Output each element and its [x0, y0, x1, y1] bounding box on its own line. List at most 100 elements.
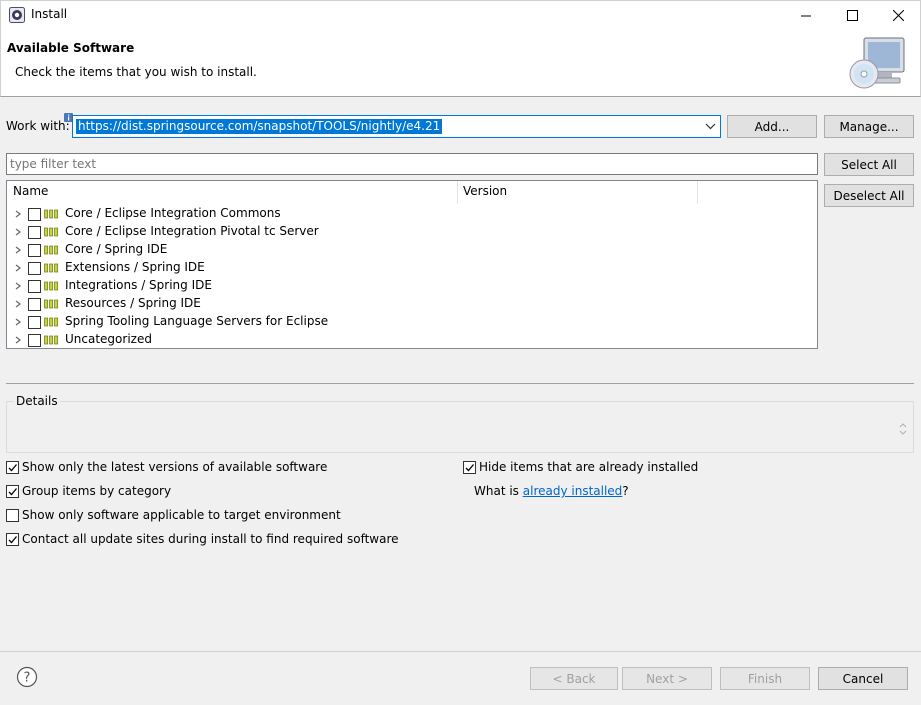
target-environment-checkbox[interactable] — [6, 508, 19, 522]
chevron-right-icon[interactable] — [13, 334, 23, 346]
window-title: Install — [31, 7, 68, 21]
close-icon — [892, 10, 904, 21]
tree-row-checkbox[interactable] — [28, 262, 41, 275]
tree-row-checkbox[interactable] — [28, 280, 41, 293]
install-monitor-cd-icon — [849, 37, 905, 89]
add-button[interactable]: Add... — [727, 115, 817, 138]
checkmark-icon — [8, 487, 17, 495]
filter-input[interactable] — [6, 153, 818, 175]
page-title: Available Software — [7, 41, 135, 55]
chevron-right-icon[interactable] — [13, 316, 23, 328]
option-contact-update-sites[interactable]: Contact all update sites during install … — [6, 531, 399, 547]
back-button-label: < Back — [552, 671, 596, 686]
software-tree[interactable]: Name Version Core / Eclipse Integration … — [6, 180, 818, 349]
category-package-icon — [44, 299, 59, 309]
category-package-icon — [44, 335, 59, 345]
chevron-down-icon[interactable] — [705, 121, 716, 132]
contact-update-sites-checkbox[interactable] — [6, 532, 19, 546]
next-button[interactable]: Next > — [622, 667, 712, 690]
group-by-category-label: Group items by category — [22, 484, 172, 498]
separator — [6, 383, 914, 384]
details-area — [6, 401, 914, 453]
what-is-suffix: ? — [622, 484, 629, 498]
deselect-all-button[interactable]: Deselect All — [824, 184, 914, 207]
tree-row[interactable]: Resources / Spring IDE — [7, 295, 817, 313]
page-description: Check the items that you wish to install… — [15, 65, 257, 79]
cancel-button[interactable]: Cancel — [818, 667, 908, 690]
add-button-label: Add... — [754, 119, 790, 134]
tree-row[interactable]: Core / Eclipse Integration Pivotal tc Se… — [7, 223, 817, 241]
hide-installed-checkbox[interactable] — [463, 460, 476, 474]
option-hide-installed[interactable]: Hide items that are already installed — [463, 459, 698, 475]
maximize-icon — [846, 10, 858, 21]
checkmark-icon — [465, 463, 474, 471]
tree-row-checkbox[interactable] — [28, 244, 41, 257]
what-is-prefix: What is — [474, 484, 523, 498]
tree-row-label: Resources / Spring IDE — [65, 296, 201, 310]
manage-button[interactable]: Manage... — [824, 115, 914, 138]
tree-row-label: Integrations / Spring IDE — [65, 278, 212, 292]
maximize-button[interactable] — [829, 0, 875, 31]
minimize-button[interactable] — [783, 0, 829, 31]
chevron-right-icon[interactable] — [13, 244, 23, 256]
tree-row[interactable]: Extensions / Spring IDE — [7, 259, 817, 277]
column-header-version[interactable]: Version — [457, 181, 697, 204]
checkmark-icon — [8, 463, 17, 471]
wizard-banner — [0, 31, 921, 97]
tree-row[interactable]: Uncategorized — [7, 331, 817, 348]
tree-row[interactable]: Core / Spring IDE — [7, 241, 817, 259]
work-with-url: https://dist.springsource.com/snapshot/T… — [76, 119, 443, 134]
latest-versions-checkbox[interactable] — [6, 460, 19, 474]
tree-row-checkbox[interactable] — [28, 208, 41, 221]
tree-row-label: Uncategorized — [65, 332, 152, 346]
chevron-right-icon[interactable] — [13, 280, 23, 292]
select-all-button[interactable]: Select All — [824, 153, 914, 176]
back-button[interactable]: < Back — [530, 667, 618, 690]
category-package-icon — [44, 281, 59, 291]
help-icon[interactable]: ? — [16, 666, 38, 688]
tree-row[interactable]: Integrations / Spring IDE — [7, 277, 817, 295]
work-with-combo[interactable]: https://dist.springsource.com/snapshot/T… — [72, 115, 721, 138]
tree-row-checkbox[interactable] — [28, 316, 41, 329]
eclipse-install-icon — [9, 7, 25, 23]
chevron-right-icon[interactable] — [13, 226, 23, 238]
minimize-icon — [801, 15, 811, 16]
tree-row-checkbox[interactable] — [28, 334, 41, 347]
tree-header: Name Version — [7, 181, 817, 204]
column-divider[interactable] — [697, 181, 698, 204]
tree-row[interactable]: Core / Eclipse Integration Commons — [7, 205, 817, 223]
details-label: Details — [14, 394, 60, 408]
category-package-icon — [44, 263, 59, 273]
group-by-category-checkbox[interactable] — [6, 484, 19, 498]
already-installed-link[interactable]: already installed — [523, 484, 623, 498]
tree-row-checkbox[interactable] — [28, 226, 41, 239]
close-button[interactable] — [875, 0, 921, 31]
tree-row-label: Core / Spring IDE — [65, 242, 168, 256]
tree-row-label: Core / Eclipse Integration Commons — [65, 206, 281, 220]
details-scroll-arrows-icon[interactable] — [896, 420, 910, 438]
tree-row-label: Spring Tooling Language Servers for Ecli… — [65, 314, 329, 328]
tree-row-checkbox[interactable] — [28, 298, 41, 311]
manage-button-label: Manage... — [839, 119, 899, 134]
checkmark-icon — [8, 535, 17, 543]
next-button-label: Next > — [646, 671, 688, 686]
deselect-all-label: Deselect All — [833, 188, 905, 203]
tree-row[interactable]: Spring Tooling Language Servers for Ecli… — [7, 313, 817, 331]
contact-update-sites-label: Contact all update sites during install … — [22, 532, 399, 546]
option-latest-versions[interactable]: Show only the latest versions of availab… — [6, 459, 327, 475]
chevron-right-icon[interactable] — [13, 208, 23, 220]
chevron-right-icon[interactable] — [13, 298, 23, 310]
option-target-environment[interactable]: Show only software applicable to target … — [6, 507, 341, 523]
target-environment-label: Show only software applicable to target … — [22, 508, 341, 522]
finish-button[interactable]: Finish — [720, 667, 810, 690]
category-package-icon — [44, 245, 59, 255]
option-group-by-category[interactable]: Group items by category — [6, 483, 171, 499]
select-all-label: Select All — [841, 157, 897, 172]
what-is-installed: What is already installed ? — [474, 483, 629, 499]
chevron-right-icon[interactable] — [13, 262, 23, 274]
category-package-icon — [44, 317, 59, 327]
work-with-label: Work with: — [6, 119, 70, 133]
tree-row-label: Core / Eclipse Integration Pivotal tc Se… — [65, 224, 319, 238]
column-header-name[interactable]: Name — [7, 181, 457, 204]
tree-row-label: Extensions / Spring IDE — [65, 260, 205, 274]
